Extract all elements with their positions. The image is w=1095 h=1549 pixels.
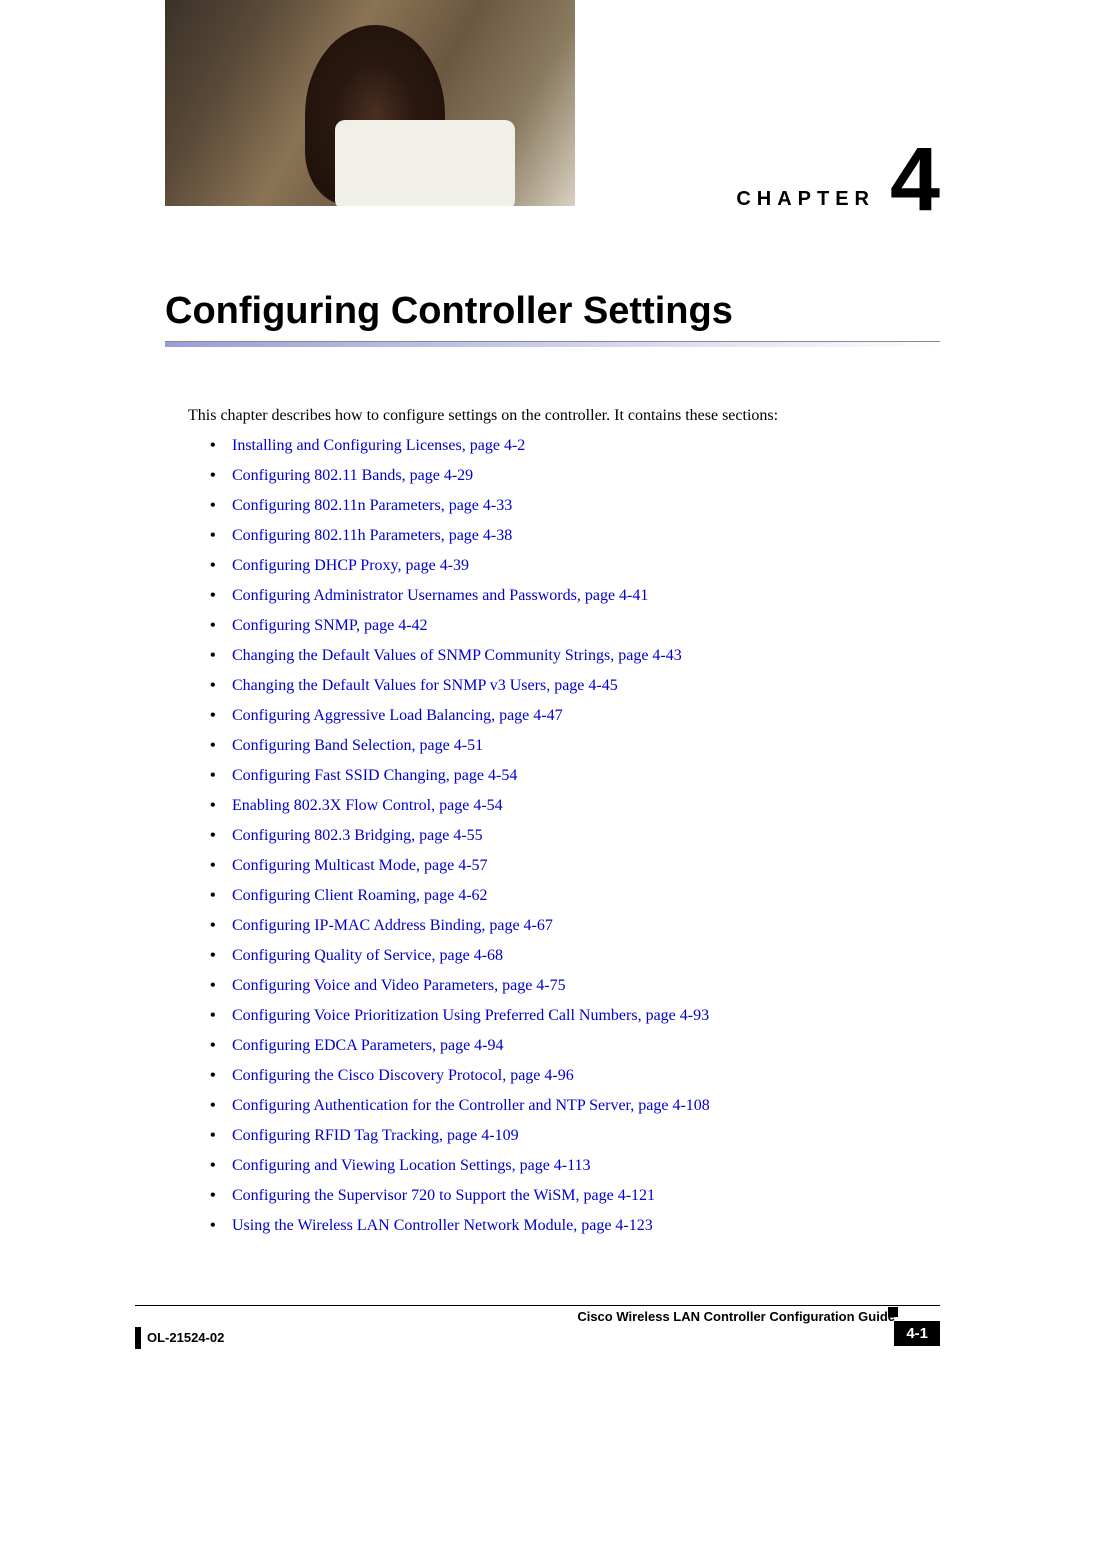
toc-item: Configuring the Supervisor 720 to Suppor… (210, 1187, 940, 1205)
toc-item: Installing and Configuring Licenses, pag… (210, 437, 940, 455)
toc-link[interactable]: Configuring Voice Prioritization Using P… (232, 1007, 709, 1024)
toc-item: Changing the Default Values of SNMP Comm… (210, 647, 940, 665)
toc-link[interactable]: Configuring Fast SSID Changing, page 4-5… (232, 767, 517, 784)
document-page: CHAPTER 4 Configuring Controller Setting… (0, 0, 1095, 1365)
toc-item: Configuring 802.11 Bands, page 4-29 (210, 467, 940, 485)
intro-paragraph: This chapter describes how to configure … (188, 407, 940, 425)
toc-link[interactable]: Configuring Voice and Video Parameters, … (232, 977, 566, 994)
toc-link[interactable]: Configuring 802.11h Parameters, page 4-3… (232, 527, 512, 544)
toc-item: Configuring Multicast Mode, page 4-57 (210, 857, 940, 875)
toc-link[interactable]: Configuring 802.11 Bands, page 4-29 (232, 467, 473, 484)
toc-item: Configuring Authentication for the Contr… (210, 1097, 940, 1115)
toc-link[interactable]: Enabling 802.3X Flow Control, page 4-54 (232, 797, 503, 814)
toc-link[interactable]: Configuring Administrator Usernames and … (232, 587, 648, 604)
toc-item: Changing the Default Values for SNMP v3 … (210, 677, 940, 695)
toc-link[interactable]: Using the Wireless LAN Controller Networ… (232, 1217, 653, 1234)
toc-link[interactable]: Configuring Quality of Service, page 4-6… (232, 947, 503, 964)
toc-item: Configuring the Cisco Discovery Protocol… (210, 1067, 940, 1085)
chapter-photo (165, 0, 575, 206)
toc-link[interactable]: Configuring the Supervisor 720 to Suppor… (232, 1187, 655, 1204)
title-rule (165, 341, 940, 347)
toc-item: Configuring and Viewing Location Setting… (210, 1157, 940, 1175)
toc-link[interactable]: Configuring Client Roaming, page 4-62 (232, 887, 488, 904)
toc-item: Configuring SNMP, page 4-42 (210, 617, 940, 635)
toc-link[interactable]: Configuring SNMP, page 4-42 (232, 617, 428, 634)
toc-item: Configuring Band Selection, page 4-51 (210, 737, 940, 755)
toc-item: Configuring Voice Prioritization Using P… (210, 1007, 940, 1025)
toc-item: Configuring 802.3 Bridging, page 4-55 (210, 827, 940, 845)
chapter-header: CHAPTER 4 (0, 0, 1095, 220)
toc-link[interactable]: Configuring Aggressive Load Balancing, p… (232, 707, 563, 724)
toc-item: Configuring EDCA Parameters, page 4-94 (210, 1037, 940, 1055)
toc-link[interactable]: Configuring Band Selection, page 4-51 (232, 737, 483, 754)
toc-link[interactable]: Configuring Authentication for the Contr… (232, 1097, 710, 1114)
chapter-number: 4 (890, 135, 940, 225)
page-footer: Cisco Wireless LAN Controller Configurat… (0, 1305, 1095, 1365)
toc-link[interactable]: Configuring EDCA Parameters, page 4-94 (232, 1037, 504, 1054)
toc-link[interactable]: Installing and Configuring Licenses, pag… (232, 437, 525, 454)
toc-link[interactable]: Configuring Multicast Mode, page 4-57 (232, 857, 488, 874)
toc-item: Configuring DHCP Proxy, page 4-39 (210, 557, 940, 575)
toc-list: Installing and Configuring Licenses, pag… (210, 437, 940, 1235)
toc-link[interactable]: Configuring 802.11n Parameters, page 4-3… (232, 497, 512, 514)
toc-item: Configuring Voice and Video Parameters, … (210, 977, 940, 995)
toc-link[interactable]: Changing the Default Values of SNMP Comm… (232, 647, 682, 664)
toc-item: Configuring Aggressive Load Balancing, p… (210, 707, 940, 725)
toc-item: Configuring 802.11h Parameters, page 4-3… (210, 527, 940, 545)
toc-item: Using the Wireless LAN Controller Networ… (210, 1217, 940, 1235)
toc-item: Configuring Administrator Usernames and … (210, 587, 940, 605)
toc-item: Configuring Client Roaming, page 4-62 (210, 887, 940, 905)
footer-doc-id: OL-21524-02 (135, 1327, 224, 1349)
toc-item: Configuring RFID Tag Tracking, page 4-10… (210, 1127, 940, 1145)
toc-link[interactable]: Configuring DHCP Proxy, page 4-39 (232, 557, 469, 574)
toc-item: Configuring IP-MAC Address Binding, page… (210, 917, 940, 935)
chapter-label: CHAPTER (736, 188, 875, 211)
toc-link[interactable]: Configuring RFID Tag Tracking, page 4-10… (232, 1127, 519, 1144)
toc-link[interactable]: Configuring IP-MAC Address Binding, page… (232, 917, 553, 934)
chapter-title: Configuring Controller Settings (165, 290, 1095, 333)
footer-rule (135, 1305, 940, 1306)
toc-link[interactable]: Changing the Default Values for SNMP v3 … (232, 677, 618, 694)
toc-item: Configuring Quality of Service, page 4-6… (210, 947, 940, 965)
toc-item: Configuring 802.11n Parameters, page 4-3… (210, 497, 940, 515)
toc-item: Configuring Fast SSID Changing, page 4-5… (210, 767, 940, 785)
toc-item: Enabling 802.3X Flow Control, page 4-54 (210, 797, 940, 815)
footer-book-title: Cisco Wireless LAN Controller Configurat… (577, 1309, 895, 1324)
toc-link[interactable]: Configuring 802.3 Bridging, page 4-55 (232, 827, 483, 844)
toc-link[interactable]: Configuring the Cisco Discovery Protocol… (232, 1067, 574, 1084)
footer-page-number: 4-1 (894, 1321, 940, 1346)
toc-link[interactable]: Configuring and Viewing Location Setting… (232, 1157, 591, 1174)
